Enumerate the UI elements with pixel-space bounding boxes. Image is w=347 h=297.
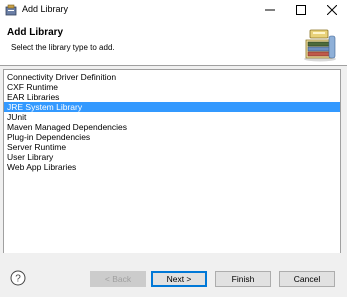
library-books-icon <box>304 29 336 62</box>
list-item[interactable]: CXF Runtime <box>4 82 340 92</box>
list-item[interactable]: Web App Libraries <box>4 162 340 172</box>
list-item[interactable]: Maven Managed Dependencies <box>4 122 340 132</box>
minimize-icon <box>265 9 275 11</box>
content-area: Connectivity Driver Definition CXF Runti… <box>0 66 347 258</box>
back-button[interactable]: < Back <box>90 271 146 287</box>
title-bar[interactable]: Add Library <box>0 0 347 20</box>
list-item[interactable]: JUnit <box>4 112 340 122</box>
list-item[interactable]: Server Runtime <box>4 142 340 152</box>
close-icon <box>327 5 337 15</box>
list-item[interactable]: User Library <box>4 152 340 162</box>
window-title: Add Library <box>22 4 69 14</box>
list-item[interactable]: Connectivity Driver Definition <box>4 72 340 82</box>
help-icon[interactable]: ? <box>10 270 26 286</box>
list-item-selected[interactable]: JRE System Library <box>4 102 340 112</box>
maximize-icon <box>296 5 306 15</box>
eclipse-library-icon <box>5 4 17 16</box>
minimize-button[interactable] <box>256 0 284 20</box>
list-item[interactable]: Plug-in Dependencies <box>4 132 340 142</box>
next-button[interactable]: Next > <box>151 271 207 287</box>
finish-button[interactable]: Finish <box>215 271 271 287</box>
banner-description: Select the library type to add. <box>11 43 115 52</box>
close-button[interactable] <box>318 0 346 20</box>
banner-title: Add Library <box>7 27 64 38</box>
cancel-button[interactable]: Cancel <box>279 271 335 287</box>
library-type-list[interactable]: Connectivity Driver Definition CXF Runti… <box>3 69 341 258</box>
maximize-button[interactable] <box>287 0 315 20</box>
wizard-banner: Add Library Select the library type to a… <box>0 20 347 65</box>
list-item[interactable]: EAR Libraries <box>4 92 340 102</box>
svg-text:?: ? <box>15 274 21 285</box>
